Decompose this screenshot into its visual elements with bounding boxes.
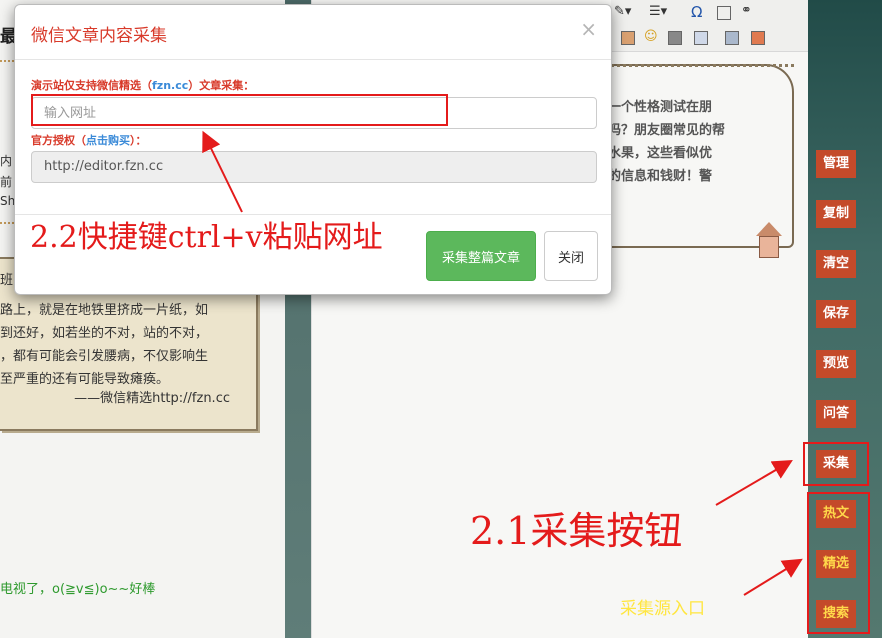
paste-hint-annotation: 2.2快捷键ctrl+v粘贴网址 xyxy=(30,220,383,255)
frame-text-line: 水果，这些看似优 xyxy=(608,146,713,161)
code-icon[interactable] xyxy=(725,31,739,45)
dialog-divider xyxy=(15,59,611,60)
auth-label-suffix: ）： xyxy=(130,134,147,147)
paper-line: 班 xyxy=(0,273,14,288)
left-snippet: 前 xyxy=(0,175,13,189)
paper-line: ，都有可能会引发腰病，不仅影响生 xyxy=(0,349,209,364)
collect-article-button[interactable]: 采集整篇文章 xyxy=(426,231,536,281)
buy-link[interactable]: 点击购买 xyxy=(86,134,130,147)
save-button[interactable]: 保存 xyxy=(816,300,856,328)
auth-label: 官方授权（点击购买）： xyxy=(31,132,147,148)
auth-label-prefix: 官方授权（ xyxy=(31,134,86,147)
source-highlight-box xyxy=(807,492,870,634)
manage-button[interactable]: 管理 xyxy=(816,150,856,178)
omega-icon[interactable]: Ω xyxy=(691,3,702,21)
left-snippet: Sh xyxy=(0,194,16,208)
source-site-link[interactable]: fzn.cc xyxy=(152,79,188,92)
copy-button[interactable]: 复制 xyxy=(816,200,856,228)
film-icon[interactable] xyxy=(668,31,682,45)
auth-url-field: http://editor.fzn.cc xyxy=(31,151,597,183)
qa-button[interactable]: 问答 xyxy=(816,400,856,428)
comment-text: 电视了，o(≧v≦)o~~好棒 xyxy=(0,582,156,597)
clear-button[interactable]: 清空 xyxy=(816,250,856,278)
dropdown-arrow-icon[interactable]: ✎▾ xyxy=(614,4,631,19)
paper-line: 到还好，如若坐的不对，站的不对， xyxy=(0,326,209,341)
paper-line: 路上，就是在地铁里挤成一片纸，如 xyxy=(0,303,209,318)
url-input-highlight xyxy=(31,94,448,126)
source-label-suffix: ）文章采集： xyxy=(188,79,255,92)
source-label-prefix: 演示站仅支持微信精选（ xyxy=(31,79,152,92)
source-hint-annotation: 采集源入口 xyxy=(620,599,705,619)
collect-hint-annotation: 2.1采集按钮 xyxy=(470,509,683,553)
paper-signature: ——微信精选http://fzn.cc xyxy=(74,391,230,406)
image-icon[interactable] xyxy=(621,31,635,45)
house-icon xyxy=(756,222,782,262)
frame-text-line: 一个性格测试在朋 xyxy=(608,100,713,115)
template-icon[interactable] xyxy=(751,31,765,45)
frame-dots xyxy=(598,64,794,67)
binoculars-icon[interactable]: ⚭ xyxy=(741,3,752,18)
source-label: 演示站仅支持微信精选（fzn.cc）文章采集： xyxy=(31,77,254,93)
close-button[interactable]: 关闭 xyxy=(544,231,598,281)
paper-line: 至严重的还有可能导致瘫痪。 xyxy=(0,372,170,387)
dialog-title: 微信文章内容采集 xyxy=(31,26,167,46)
preview-button[interactable]: 预览 xyxy=(816,350,856,378)
emoji-icon[interactable]: ☺ xyxy=(644,29,658,44)
table-icon[interactable] xyxy=(717,6,731,20)
collect-highlight-box xyxy=(803,442,869,486)
editor-toolbar: ✎▾ ☰▾ Ω ⚭ ☺ xyxy=(611,0,808,52)
media-icon[interactable] xyxy=(694,31,708,45)
frame-text-line: 的信息和钱财！警 xyxy=(608,169,713,184)
frame-text-line: 吗？朋友圈常见的帮 xyxy=(608,123,726,138)
line-spacing-icon[interactable]: ☰▾ xyxy=(649,4,667,19)
left-snippet: 内 xyxy=(0,154,13,168)
dotted-divider xyxy=(0,60,14,62)
close-icon[interactable]: × xyxy=(580,17,597,41)
dotted-divider xyxy=(0,222,14,224)
